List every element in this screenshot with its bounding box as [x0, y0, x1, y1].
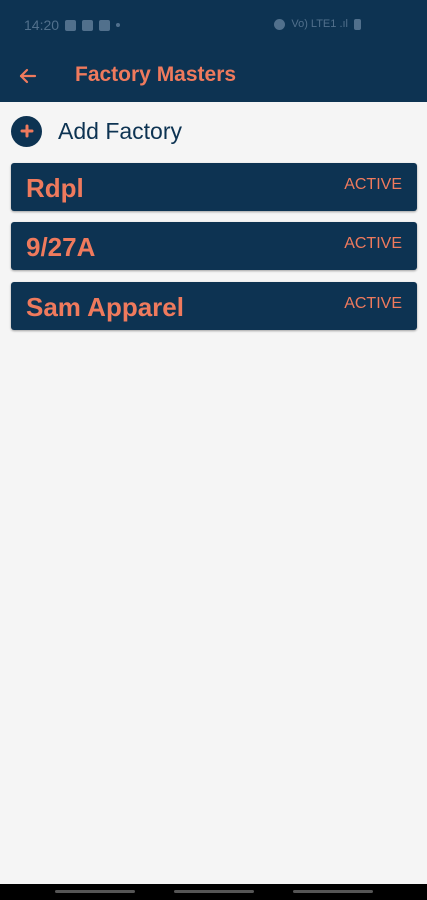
factory-name: Sam Apparel — [26, 292, 184, 322]
factory-name: Rdpl — [26, 173, 84, 203]
more-notifications-icon — [116, 23, 121, 27]
gallery-notification-icon — [65, 19, 77, 31]
status-time: 14:20 — [24, 17, 60, 33]
network-indicator: Vo) LTE1 .ıl — [291, 18, 348, 30]
factory-card[interactable]: Sam Apparel ACTIVE — [11, 282, 417, 330]
recent-apps-button[interactable] — [55, 890, 135, 893]
status-badge: ACTIVE — [344, 295, 402, 312]
alarm-icon — [274, 18, 286, 30]
app-notification-icon — [82, 19, 94, 31]
message-notification-icon — [99, 19, 111, 31]
home-button[interactable] — [174, 890, 254, 893]
status-badge: ACTIVE — [344, 176, 402, 193]
factory-card[interactable]: 9/27A ACTIVE — [11, 222, 417, 270]
add-factory-button[interactable]: Add Factory — [11, 115, 182, 147]
arrow-left-icon[interactable] — [14, 62, 42, 90]
add-factory-label: Add Factory — [58, 117, 182, 144]
status-bar: 14:20 Vo) LTE1 .ıl — [0, 0, 427, 52]
plus-circle-icon[interactable] — [11, 115, 42, 147]
battery-icon — [354, 18, 361, 30]
status-right: Vo) LTE1 .ıl — [274, 18, 361, 30]
factory-card[interactable]: Rdpl ACTIVE — [11, 163, 417, 211]
back-nav-button[interactable] — [293, 890, 373, 893]
status-left: 14:20 — [24, 17, 121, 33]
factory-name: 9/27A — [26, 232, 96, 262]
page-title: Factory Masters — [75, 63, 237, 86]
app-bar: Factory Masters — [0, 52, 427, 102]
status-badge: ACTIVE — [344, 235, 402, 252]
system-nav-bar — [0, 884, 427, 900]
